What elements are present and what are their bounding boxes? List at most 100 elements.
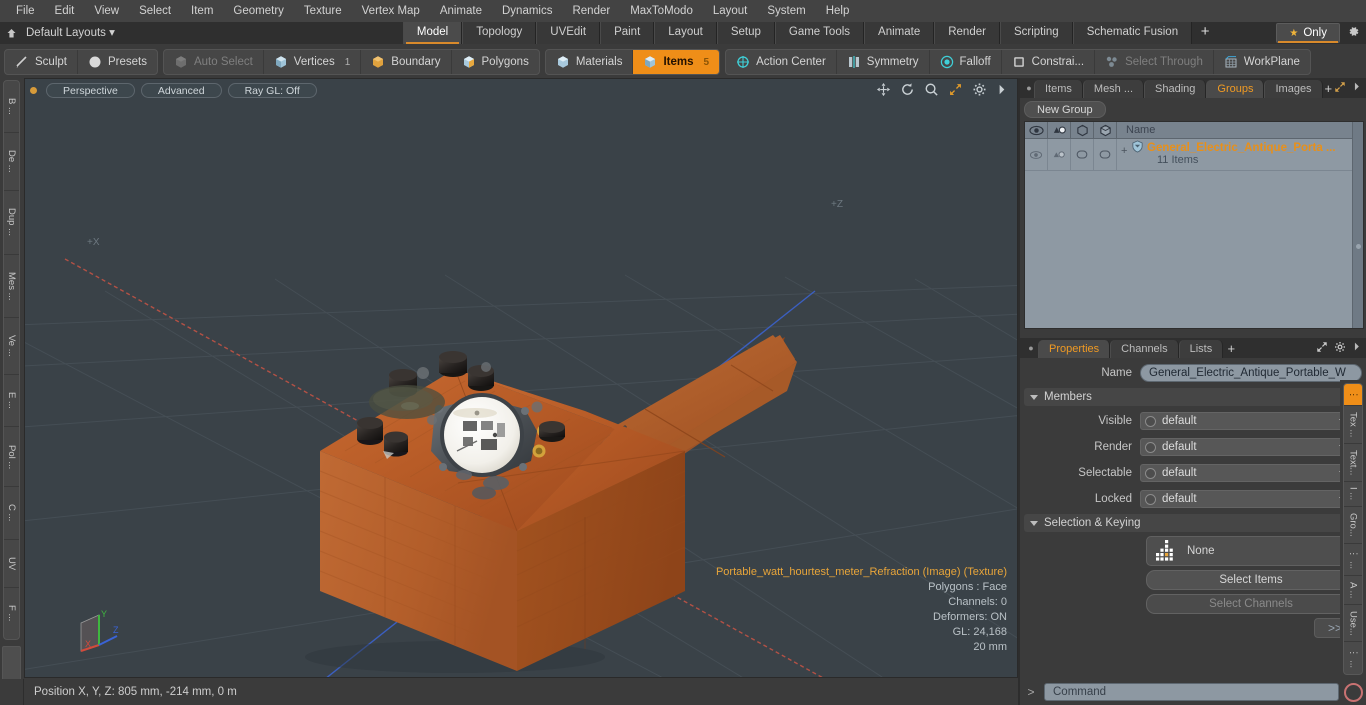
tab-uvedit[interactable]: UVEdit <box>536 22 601 44</box>
select-icon[interactable] <box>1071 122 1094 138</box>
tab-animate[interactable]: Animate <box>864 22 935 44</box>
chevron-right-icon[interactable] <box>1352 341 1361 355</box>
tab-scripting[interactable]: Scripting <box>999 22 1073 44</box>
menu-item-layout[interactable]: Layout <box>703 0 758 22</box>
tab-model[interactable]: Model <box>402 22 463 44</box>
auto-select-button[interactable]: Auto Select <box>164 50 264 74</box>
locked-knob-icon[interactable] <box>1145 493 1156 505</box>
panel-tab-lists[interactable]: Lists <box>1178 340 1224 358</box>
right-tab-i[interactable]: I ... <box>1344 482 1362 508</box>
sculpt-button[interactable]: Sculpt <box>5 50 78 74</box>
menu-item-view[interactable]: View <box>84 0 129 22</box>
row-expander[interactable]: + <box>1121 145 1127 157</box>
tab-paint[interactable]: Paint <box>600 22 655 44</box>
left-tab-duplicate[interactable]: Dup ... <box>4 191 19 255</box>
left-tab-vertex[interactable]: Ve ... <box>4 318 19 376</box>
zoom-icon[interactable] <box>924 82 939 97</box>
right-tab-texture[interactable]: Text... <box>1344 444 1362 482</box>
fit-icon[interactable] <box>948 82 963 97</box>
only-button[interactable]: ★ Only <box>1276 23 1340 43</box>
lock-icon[interactable] <box>1094 122 1117 138</box>
panel-tab-mesh[interactable]: Mesh ... <box>1082 80 1145 98</box>
add-tab-button[interactable]: + <box>1192 22 1218 44</box>
render-knob-icon[interactable] <box>1145 441 1156 453</box>
new-group-button[interactable]: New Group <box>1024 101 1106 118</box>
expand-icon[interactable] <box>1316 341 1328 356</box>
menu-item-render[interactable]: Render <box>562 0 620 22</box>
left-tab-deform[interactable]: De ... <box>4 133 19 192</box>
panel-tab-channels[interactable]: Channels <box>1110 340 1179 358</box>
menu-item-geometry[interactable]: Geometry <box>223 0 294 22</box>
3d-viewport[interactable]: +X +Z Perspective Advanced Ray GL: Off P… <box>24 78 1018 678</box>
record-dot-icon[interactable] <box>30 86 37 94</box>
polygons-button[interactable]: Polygons <box>452 50 539 74</box>
locked-dropdown[interactable]: default <box>1140 490 1356 508</box>
name-field[interactable]: General_Electric_Antique_Portable_W <box>1140 364 1362 382</box>
chevron-right-icon[interactable] <box>1352 81 1361 95</box>
pan-icon[interactable] <box>876 82 891 97</box>
left-tab-mesh-edit[interactable]: Mes ... <box>4 255 19 319</box>
menu-item-maxtomodo[interactable]: MaxToModo <box>620 0 703 22</box>
gear-icon[interactable] <box>1334 341 1346 356</box>
right-tab-user[interactable]: Use... <box>1344 605 1362 643</box>
panel-menu-icon[interactable]: ● <box>1024 78 1034 98</box>
members-section-header[interactable]: Members <box>1024 388 1358 406</box>
menu-item-dynamics[interactable]: Dynamics <box>492 0 562 22</box>
right-tab-misc[interactable]: ⋮ ... <box>1344 544 1362 577</box>
tab-setup[interactable]: Setup <box>716 22 775 44</box>
chevron-right-icon[interactable] <box>996 82 1011 97</box>
right-tab-active[interactable]: ⋮ <box>1344 384 1362 406</box>
panel-add-tab-button[interactable]: + <box>1223 340 1239 358</box>
panel-tab-shading[interactable]: Shading <box>1144 80 1207 98</box>
left-tab-curve[interactable]: C ... <box>4 487 19 540</box>
right-tab-groups[interactable]: Gro... <box>1344 507 1362 544</box>
right-tab-a[interactable]: A ... <box>1344 576 1362 606</box>
panel-tab-properties[interactable]: Properties <box>1038 340 1111 358</box>
selectable-dropdown[interactable]: default <box>1140 464 1356 482</box>
boundary-button[interactable]: Boundary <box>361 50 452 74</box>
panel-tab-items[interactable]: Items <box>1034 80 1083 98</box>
viewport-perspective-dropdown[interactable]: Perspective <box>46 82 135 98</box>
render-dropdown[interactable]: default <box>1140 438 1356 456</box>
menu-item-texture[interactable]: Texture <box>294 0 352 22</box>
presets-button[interactable]: Presets <box>78 50 157 74</box>
menu-item-edit[interactable]: Edit <box>45 0 85 22</box>
tab-schematic-fusion[interactable]: Schematic Fusion <box>1072 22 1193 44</box>
menu-item-system[interactable]: System <box>757 0 815 22</box>
row-select-toggle[interactable] <box>1071 139 1094 170</box>
constraint-button[interactable]: Constrai... <box>1002 50 1096 74</box>
menu-item-select[interactable]: Select <box>129 0 181 22</box>
visible-knob-icon[interactable] <box>1145 415 1156 427</box>
selectable-knob-icon[interactable] <box>1145 467 1156 479</box>
right-tab-more[interactable]: ⋮ ... <box>1344 642 1362 674</box>
left-tab-basic[interactable]: B ... <box>4 81 19 134</box>
right-tab-tex[interactable]: Tex ... <box>1344 406 1362 444</box>
expand-icon[interactable] <box>1334 81 1346 96</box>
command-input[interactable]: Command <box>1044 683 1339 701</box>
eye-icon[interactable] <box>1025 122 1048 138</box>
workplane-button[interactable]: WorkPlane <box>1214 50 1310 74</box>
scroll-nub[interactable] <box>1356 244 1361 249</box>
menu-item-item[interactable]: Item <box>181 0 223 22</box>
menu-item-help[interactable]: Help <box>816 0 860 22</box>
tab-game-tools[interactable]: Game Tools <box>774 22 865 44</box>
row-name-cell[interactable]: + General_Electric_Antique_Porta ... 11 … <box>1117 139 1363 170</box>
materials-button[interactable]: Materials <box>546 50 634 74</box>
table-row[interactable]: + General_Electric_Antique_Porta ... 11 … <box>1025 139 1363 171</box>
layout-preset-dropdown[interactable]: Default Layouts ▾ <box>22 22 125 44</box>
status-bar-handle[interactable] <box>0 679 24 705</box>
record-circle-icon[interactable] <box>1344 682 1363 702</box>
panel-tab-groups[interactable]: Groups <box>1206 80 1265 98</box>
select-through-button[interactable]: Select Through <box>1095 50 1214 74</box>
falloff-button[interactable]: Falloff <box>930 50 1002 74</box>
menu-item-animate[interactable]: Animate <box>430 0 492 22</box>
viewport-raygl-dropdown[interactable]: Ray GL: Off <box>227 82 317 98</box>
row-eye-toggle[interactable] <box>1025 139 1048 170</box>
menu-item-vertex-map[interactable]: Vertex Map <box>352 0 430 22</box>
rotate-icon[interactable] <box>900 82 915 97</box>
tab-render[interactable]: Render <box>934 22 1000 44</box>
row-lock-toggle[interactable] <box>1094 139 1117 170</box>
viewport-shading-dropdown[interactable]: Advanced <box>140 82 222 98</box>
selection-keying-section-header[interactable]: Selection & Keying <box>1024 514 1358 532</box>
home-icon[interactable] <box>0 22 22 44</box>
